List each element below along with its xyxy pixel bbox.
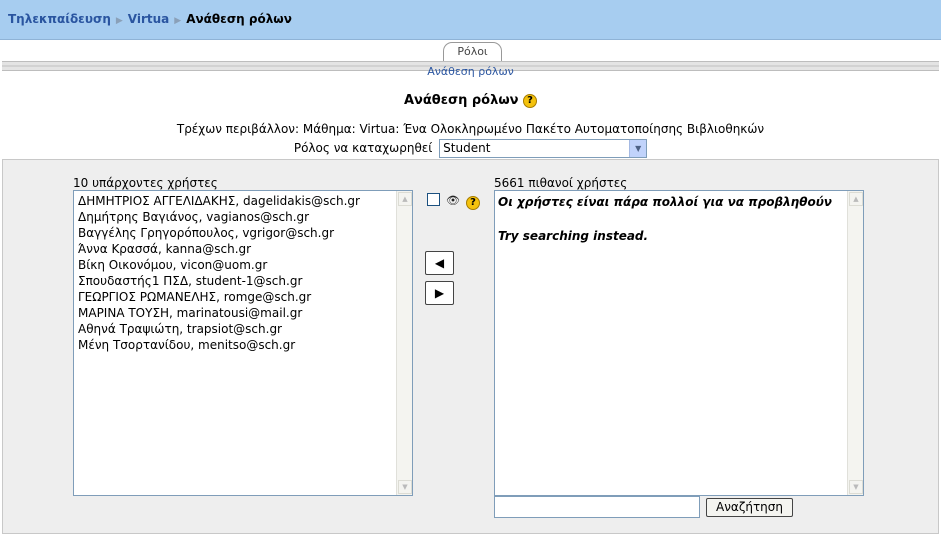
role-label: Ρόλος να καταχωρηθεί [293, 141, 433, 155]
subtab-assign-roles-link[interactable]: Ανάθεση ρόλων [427, 65, 514, 78]
list-item[interactable]: Βαγγέλης Γρηγορόπουλος, vgrigor@sch.gr [78, 225, 408, 241]
breadcrumb: Τηλεκπαίδευση ▶ Virtua ▶ Ανάθεση ρόλων [8, 12, 292, 26]
list-item[interactable]: ΔΗΜΗΤΡΙΟΣ ΑΓΓΕΛΙΔΑΚΗΣ, dagelidakis@sch.g… [78, 193, 408, 209]
list-item[interactable]: Μένη Τσορτανίδου, menitso@sch.gr [78, 337, 408, 353]
show-hidden-checkbox[interactable] [427, 193, 440, 206]
scroll-up-icon[interactable]: ▲ [398, 192, 412, 206]
list-item[interactable]: Δημήτρης Βαγιάνος, vagianos@sch.gr [78, 209, 408, 225]
add-user-button[interactable]: ◀ [425, 251, 454, 275]
list-item[interactable]: Βίκη Οικονόμου, vicon@uom.gr [78, 257, 408, 273]
list-item[interactable]: ΓΕΩΡΓΙΟΣ ΡΩΜΑΝΕΛΗΣ, romge@sch.gr [78, 289, 408, 305]
scroll-down-icon[interactable]: ▼ [849, 480, 863, 494]
list-item[interactable]: Άννα Κρασσά, kanna@sch.gr [78, 241, 408, 257]
role-select[interactable]: Student ▼ [439, 139, 648, 158]
help-icon[interactable]: ? [523, 93, 538, 108]
too-many-users-message: Οι χρήστες είναι πάρα πολλοί για να προβ… [498, 195, 832, 209]
breadcrumb-link-site[interactable]: Τηλεκπαίδευση [8, 12, 111, 26]
list-item[interactable]: Σπουδαστής1 ΠΣΔ, student-1@sch.gr [78, 273, 408, 289]
existing-users-list[interactable]: ΔΗΜΗΤΡΙΟΣ ΑΓΓΕΛΙΔΑΚΗΣ, dagelidakis@sch.g… [73, 190, 413, 496]
subtab-assign-roles: Ανάθεση ρόλων [0, 65, 941, 78]
navbar: Τηλεκπαίδευση ▶ Virtua ▶ Ανάθεση ρόλων [0, 0, 941, 40]
chevron-down-icon[interactable]: ▼ [629, 140, 647, 157]
potential-users-list[interactable]: Οι χρήστες είναι πάρα πολλοί για να προβ… [494, 190, 864, 496]
remove-user-button[interactable]: ▶ [425, 281, 454, 305]
page-title: Ανάθεση ρόλων ? [0, 93, 941, 108]
potential-users-label: 5661 πιθανοί χρήστες [494, 176, 628, 190]
role-select-value: Student [443, 141, 491, 155]
breadcrumb-separator-icon: ▶ [174, 16, 182, 26]
eye-icon: 👁 [446, 194, 460, 207]
help-icon[interactable]: ? [466, 196, 480, 210]
tab-row: Ρόλοι Ανάθεση ρόλων [0, 42, 941, 78]
existing-users-items: ΔΗΜΗΤΡΙΟΣ ΑΓΓΕΛΙΔΑΚΗΣ, dagelidakis@sch.g… [74, 191, 412, 355]
existing-list-scrollbar[interactable]: ▲ ▼ [396, 191, 412, 495]
search-hint-message: Try searching instead. [498, 229, 649, 243]
tab-roles[interactable]: Ρόλοι [443, 42, 502, 62]
breadcrumb-link-course[interactable]: Virtua [128, 12, 169, 26]
breadcrumb-current: Ανάθεση ρόλων [186, 12, 292, 26]
list-item[interactable]: Αθηνά Τραψιώτη, trapsiot@sch.gr [78, 321, 408, 337]
potential-list-scrollbar[interactable]: ▲ ▼ [847, 191, 863, 495]
scroll-down-icon[interactable]: ▼ [398, 480, 412, 494]
search-button[interactable]: Αναζήτηση [706, 498, 793, 517]
role-row: Ρόλος να καταχωρηθεί Student ▼ [0, 139, 941, 158]
list-item[interactable]: ΜΑΡΙΝΑ ΤΟΥΣΗ, marinatousi@mail.gr [78, 305, 408, 321]
breadcrumb-separator-icon: ▶ [115, 16, 123, 26]
existing-users-label: 10 υπάρχοντες χρήστες [73, 176, 218, 190]
search-input[interactable] [494, 496, 700, 518]
context-text: Τρέχων περιβάλλον: Μάθημα: Virtua: Ένα Ο… [176, 122, 765, 136]
page-title-text: Ανάθεση ρόλων [403, 93, 519, 108]
scroll-up-icon[interactable]: ▲ [849, 192, 863, 206]
